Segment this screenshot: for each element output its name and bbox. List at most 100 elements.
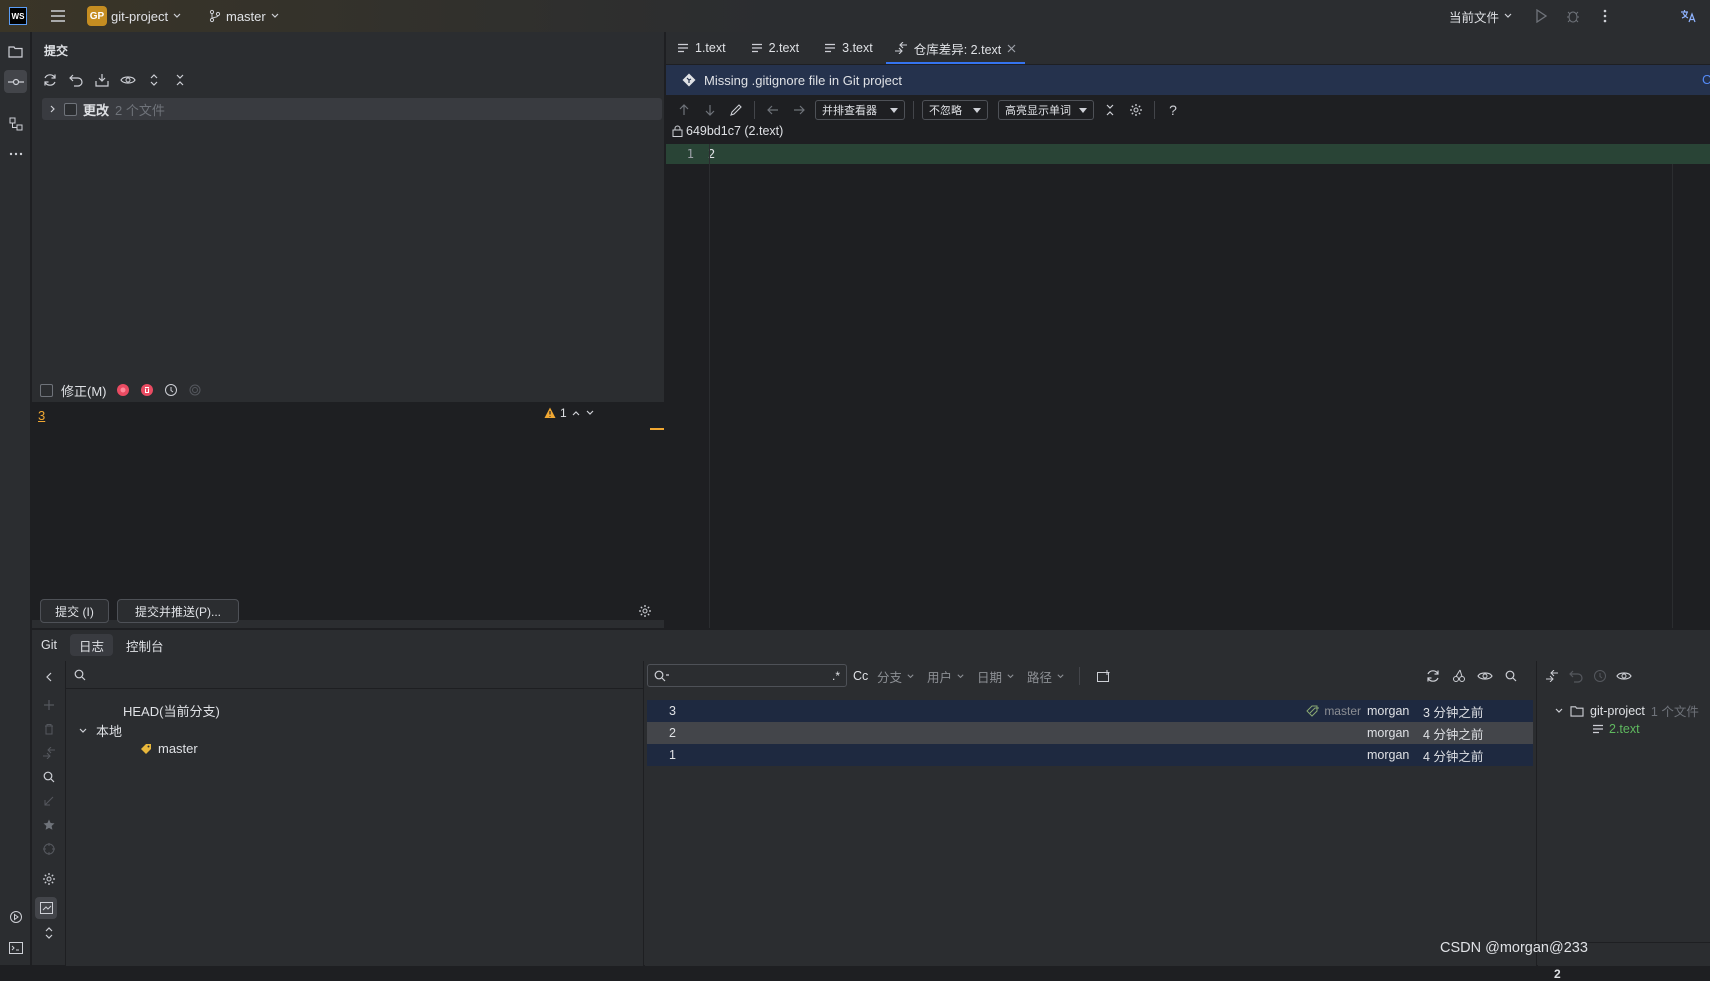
ignore-policy-dropdown[interactable]: 不忽略 xyxy=(922,100,988,120)
gear-icon[interactable] xyxy=(39,869,59,889)
branch-master-node[interactable]: master xyxy=(140,741,198,756)
layout-toggle-icon[interactable] xyxy=(35,897,57,919)
target-icon[interactable] xyxy=(39,839,59,859)
commit-and-push-button[interactable]: 提交并推送(P)... xyxy=(117,599,239,623)
terminal-tool-icon[interactable] xyxy=(4,936,27,959)
shelve-icon[interactable] xyxy=(92,70,112,90)
star-icon[interactable] xyxy=(39,815,59,835)
notification-link[interactable]: C xyxy=(1702,72,1710,87)
chevron-right-icon[interactable] xyxy=(48,104,58,114)
tab-2-text[interactable]: 2.text xyxy=(737,32,811,64)
chevron-up-icon[interactable] xyxy=(571,408,581,418)
local-branches-node[interactable]: 本地 xyxy=(78,721,122,740)
add-icon[interactable] xyxy=(39,695,59,715)
structure-tool-icon[interactable] xyxy=(4,112,27,135)
compare-icon[interactable] xyxy=(39,743,59,763)
rollback-icon[interactable] xyxy=(66,70,86,90)
main-menu-icon[interactable] xyxy=(48,6,68,26)
translate-icon[interactable] xyxy=(1678,6,1698,26)
diff-settings-gear-icon[interactable] xyxy=(1126,100,1146,120)
log-search-input[interactable]: .* xyxy=(647,664,847,687)
highlight-mode-dropdown[interactable]: 高亮显示单词 xyxy=(998,100,1094,120)
chevron-down-icon[interactable] xyxy=(1554,706,1564,716)
date-filter[interactable]: 日期 xyxy=(977,667,1015,686)
commit-message-text[interactable]: 3 xyxy=(38,408,45,423)
expand-all-icon[interactable] xyxy=(144,70,164,90)
delete-icon[interactable] xyxy=(39,719,59,739)
case-toggle[interactable]: Cc xyxy=(853,669,868,683)
amend-label[interactable]: 修正(M) xyxy=(61,381,107,400)
tab-git[interactable]: Git xyxy=(32,630,66,660)
commit-row[interactable]: 1 morgan 4 分钟之前 xyxy=(647,744,1533,766)
changes-checkbox[interactable] xyxy=(64,102,77,116)
history-icon[interactable] xyxy=(1590,666,1610,686)
show-diff-icon[interactable] xyxy=(1542,666,1562,686)
spiral-icon[interactable] xyxy=(187,380,203,400)
view-options-icon[interactable] xyxy=(1614,666,1634,686)
changes-node[interactable]: 更改 2 个文件 xyxy=(42,98,662,120)
forward-arrow-icon[interactable] xyxy=(789,100,809,120)
branch-selector[interactable]: master xyxy=(208,6,280,26)
project-selector[interactable]: GP git-project xyxy=(87,6,182,26)
tab-log[interactable]: 日志 xyxy=(69,634,113,656)
debug-icon[interactable] xyxy=(1563,6,1583,26)
refresh-icon[interactable] xyxy=(40,70,60,90)
head-node[interactable]: HEAD(当前分支) xyxy=(123,701,220,720)
files-root-node[interactable]: git-project 1 个文件 xyxy=(1554,701,1699,720)
project-tool-icon[interactable] xyxy=(4,40,27,63)
refresh-icon[interactable] xyxy=(1423,666,1443,686)
collapse-all-icon[interactable] xyxy=(170,70,190,90)
diff-added-line[interactable]: 1 2 xyxy=(666,144,1710,164)
commit-message: 1 xyxy=(669,748,676,762)
viewer-mode-dropdown[interactable]: 并排查看器 xyxy=(815,100,905,120)
commit-row[interactable]: 3 master morgan 3 分钟之前 xyxy=(647,700,1533,722)
next-diff-icon[interactable] xyxy=(700,100,720,120)
branch-search-field[interactable] xyxy=(66,661,644,689)
back-arrow-icon[interactable] xyxy=(763,100,783,120)
commit-button[interactable]: 提交 (I) xyxy=(40,599,109,623)
user-filter[interactable]: 用户 xyxy=(927,667,965,686)
path-filter[interactable]: 路径 xyxy=(1027,667,1065,686)
settings-gear-icon[interactable] xyxy=(635,601,655,621)
view-options-icon[interactable] xyxy=(1475,666,1495,686)
search-icon[interactable] xyxy=(1501,666,1521,686)
new-tab-icon[interactable] xyxy=(1094,666,1114,686)
git-icon xyxy=(682,73,696,87)
commit-row-selected[interactable]: 2 morgan 4 分钟之前 xyxy=(647,722,1533,744)
commit-panel: 提交 更改 2 个文件 修正(M) 3 1 提交 (I) 提交并推送(P)... xyxy=(32,32,665,628)
collapse-unchanged-icon[interactable] xyxy=(1100,100,1120,120)
help-icon[interactable]: ? xyxy=(1163,100,1183,120)
record-icon[interactable] xyxy=(115,380,131,400)
inspection-widget[interactable]: 1 xyxy=(544,406,595,420)
commit-tool-icon[interactable] xyxy=(4,70,27,93)
changed-file-node[interactable]: 2.text xyxy=(1592,722,1640,736)
cherry-pick-icon[interactable] xyxy=(1449,666,1469,686)
close-icon[interactable] xyxy=(1007,44,1016,53)
trash-icon[interactable] xyxy=(139,380,155,400)
chevron-left-icon[interactable] xyxy=(39,667,59,687)
revert-icon[interactable] xyxy=(1566,666,1586,686)
search-history-icon[interactable] xyxy=(654,670,670,682)
update-icon[interactable] xyxy=(39,791,59,811)
services-tool-icon[interactable] xyxy=(4,905,27,928)
tab-console[interactable]: 控制台 xyxy=(117,630,173,660)
clock-icon[interactable] xyxy=(163,380,179,400)
regex-toggle[interactable]: .* xyxy=(832,669,840,683)
branch-filter[interactable]: 分支 xyxy=(877,667,915,686)
show-diff-icon[interactable] xyxy=(118,70,138,90)
tab-3-text[interactable]: 3.text xyxy=(810,32,884,64)
expand-collapse-icon[interactable] xyxy=(39,923,59,943)
commit-message-editor[interactable]: 3 1 xyxy=(32,402,665,620)
search-icon[interactable] xyxy=(39,767,59,787)
amend-checkbox[interactable] xyxy=(40,383,53,397)
prev-diff-icon[interactable] xyxy=(674,100,694,120)
more-tools-icon[interactable] xyxy=(4,142,27,165)
more-actions-icon[interactable] xyxy=(1595,6,1615,26)
edit-source-icon[interactable] xyxy=(726,100,746,120)
chevron-down-icon[interactable] xyxy=(585,408,595,418)
tab-repo-diff[interactable]: 仓库差异: 2.text xyxy=(884,32,1028,64)
tab-1-text[interactable]: 1.text xyxy=(666,32,737,64)
run-icon[interactable] xyxy=(1531,6,1551,26)
chevron-down-icon[interactable] xyxy=(78,726,88,736)
run-config-selector[interactable]: 当前文件 xyxy=(1449,6,1513,26)
